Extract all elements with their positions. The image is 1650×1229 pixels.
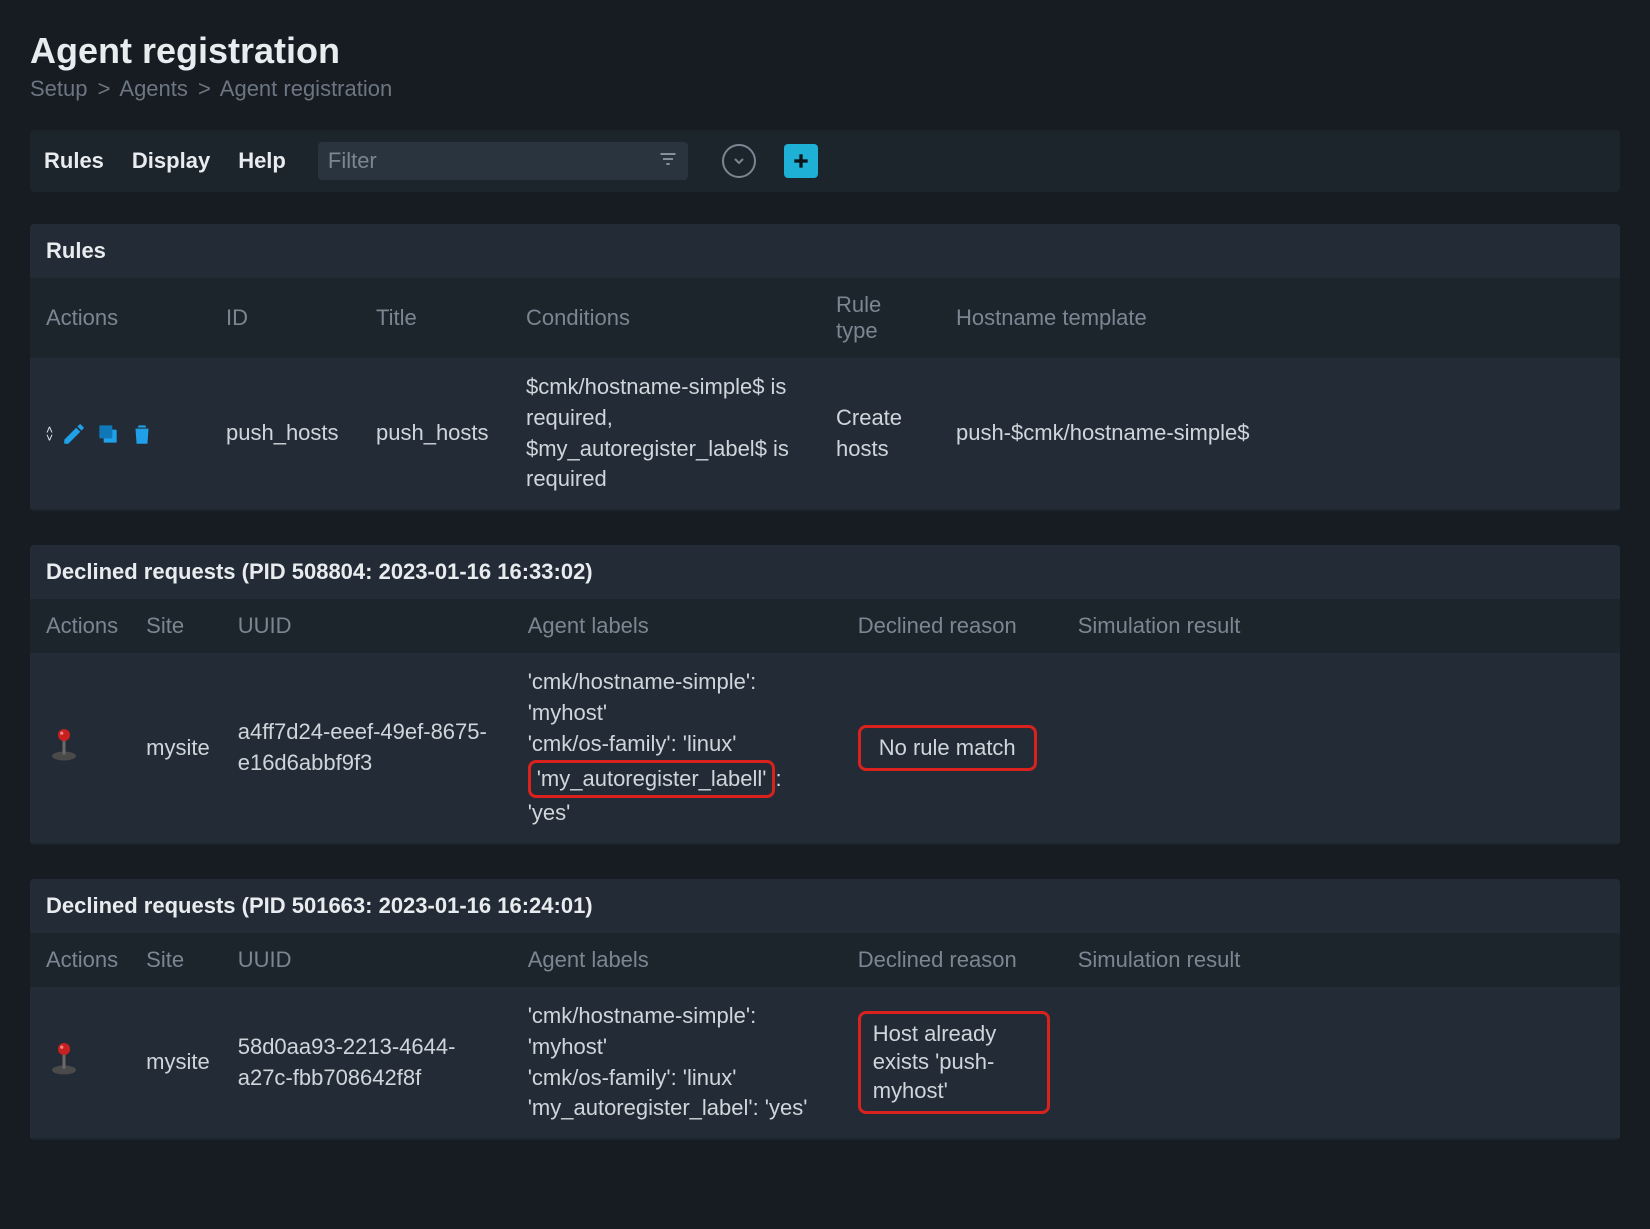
col-actions: Actions (30, 278, 210, 358)
col-site: Site (130, 599, 222, 653)
collapse-button[interactable] (722, 144, 756, 178)
table-row: mysite 58d0aa93-2213-4644-a27c-fbb708642… (30, 987, 1620, 1138)
declined-table: Actions Site UUID Agent labels Declined … (30, 933, 1620, 1138)
col-simulation-result: Simulation result (1062, 933, 1620, 987)
table-row: ˄˅ push_hosts push_hosts (30, 358, 1620, 509)
breadcrumb-item[interactable]: Agents (119, 76, 188, 101)
cell-title: push_hosts (360, 358, 510, 509)
simulate-icon[interactable] (46, 1040, 82, 1076)
filter-box[interactable] (318, 142, 688, 180)
menu-rules[interactable]: Rules (44, 148, 104, 174)
label-highlighted: 'my_autoregister_labell' (528, 760, 776, 799)
col-declined-reason: Declined reason (842, 933, 1062, 987)
declined-panel-title: Declined requests (PID 501663: 2023-01-1… (30, 879, 1620, 933)
col-conditions: Conditions (510, 278, 820, 358)
menu-help[interactable]: Help (238, 148, 286, 174)
col-hostname-template: Hostname template (940, 278, 1620, 358)
cell-site: mysite (130, 653, 222, 843)
cell-rule-type: Create hosts (820, 358, 940, 509)
declined-reason-text: Host already exists 'push-myhost' (858, 1011, 1050, 1115)
col-rule-type: Rule type (820, 278, 940, 358)
col-uuid: UUID (222, 933, 512, 987)
declined-reason-text: No rule match (858, 725, 1037, 772)
col-site: Site (130, 933, 222, 987)
col-actions: Actions (30, 933, 130, 987)
cell-agent-labels: 'cmk/hostname-simple': 'myhost' 'cmk/os-… (512, 987, 842, 1138)
col-actions: Actions (30, 599, 130, 653)
declined-panel: Declined requests (PID 508804: 2023-01-1… (30, 545, 1620, 845)
cell-id: push_hosts (210, 358, 360, 509)
cell-declined-reason: No rule match (842, 653, 1062, 843)
cell-uuid: a4ff7d24-eeef-49ef-8675-e16d6abbf9f3 (222, 653, 512, 843)
declined-panel: Declined requests (PID 501663: 2023-01-1… (30, 879, 1620, 1140)
breadcrumb-sep: > (98, 76, 111, 101)
breadcrumb-item[interactable]: Setup (30, 76, 88, 101)
rules-panel-title: Rules (30, 224, 1620, 278)
col-uuid: UUID (222, 599, 512, 653)
page-title: Agent registration (30, 30, 1620, 72)
label-line: 'cmk/os-family': 'linux' (528, 729, 830, 760)
breadcrumb-item[interactable]: Agent registration (220, 76, 392, 101)
col-agent-labels: Agent labels (512, 599, 842, 653)
cell-site: mysite (130, 987, 222, 1138)
cell-simulation-result (1062, 653, 1620, 843)
toolbar: Rules Display Help (30, 130, 1620, 192)
col-declined-reason: Declined reason (842, 599, 1062, 653)
col-id: ID (210, 278, 360, 358)
edit-icon[interactable] (61, 421, 87, 447)
cell-uuid: 58d0aa93-2213-4644-a27c-fbb708642f8f (222, 987, 512, 1138)
breadcrumb: Setup > Agents > Agent registration (30, 76, 1620, 102)
label-line: 'cmk/hostname-simple': 'myhost' (528, 667, 830, 729)
cell-agent-labels: 'cmk/hostname-simple': 'myhost' 'cmk/os-… (512, 653, 842, 843)
declined-panel-title: Declined requests (PID 508804: 2023-01-1… (30, 545, 1620, 599)
clone-icon[interactable] (95, 421, 121, 447)
cell-declined-reason: Host already exists 'push-myhost' (842, 987, 1062, 1138)
col-title: Title (360, 278, 510, 358)
breadcrumb-sep: > (198, 76, 211, 101)
cell-simulation-result (1062, 987, 1620, 1138)
col-agent-labels: Agent labels (512, 933, 842, 987)
rules-table: Actions ID Title Conditions Rule type Ho… (30, 278, 1620, 509)
cell-hostname-template: push-$cmk/hostname-simple$ (940, 358, 1620, 509)
rules-panel: Rules Actions ID Title Conditions Rule t… (30, 224, 1620, 511)
add-button[interactable] (784, 144, 818, 178)
col-simulation-result: Simulation result (1062, 599, 1620, 653)
menu-display[interactable]: Display (132, 148, 210, 174)
declined-table: Actions Site UUID Agent labels Declined … (30, 599, 1620, 843)
delete-icon[interactable] (129, 421, 155, 447)
filter-input[interactable] (328, 148, 658, 174)
table-row: mysite a4ff7d24-eeef-49ef-8675-e16d6abbf… (30, 653, 1620, 843)
simulate-icon[interactable] (46, 726, 82, 762)
sort-handle-icon[interactable]: ˄˅ (46, 426, 53, 442)
filter-icon (658, 149, 678, 174)
cell-conditions: $cmk/hostname-simple$ is required, $my_a… (510, 358, 820, 509)
